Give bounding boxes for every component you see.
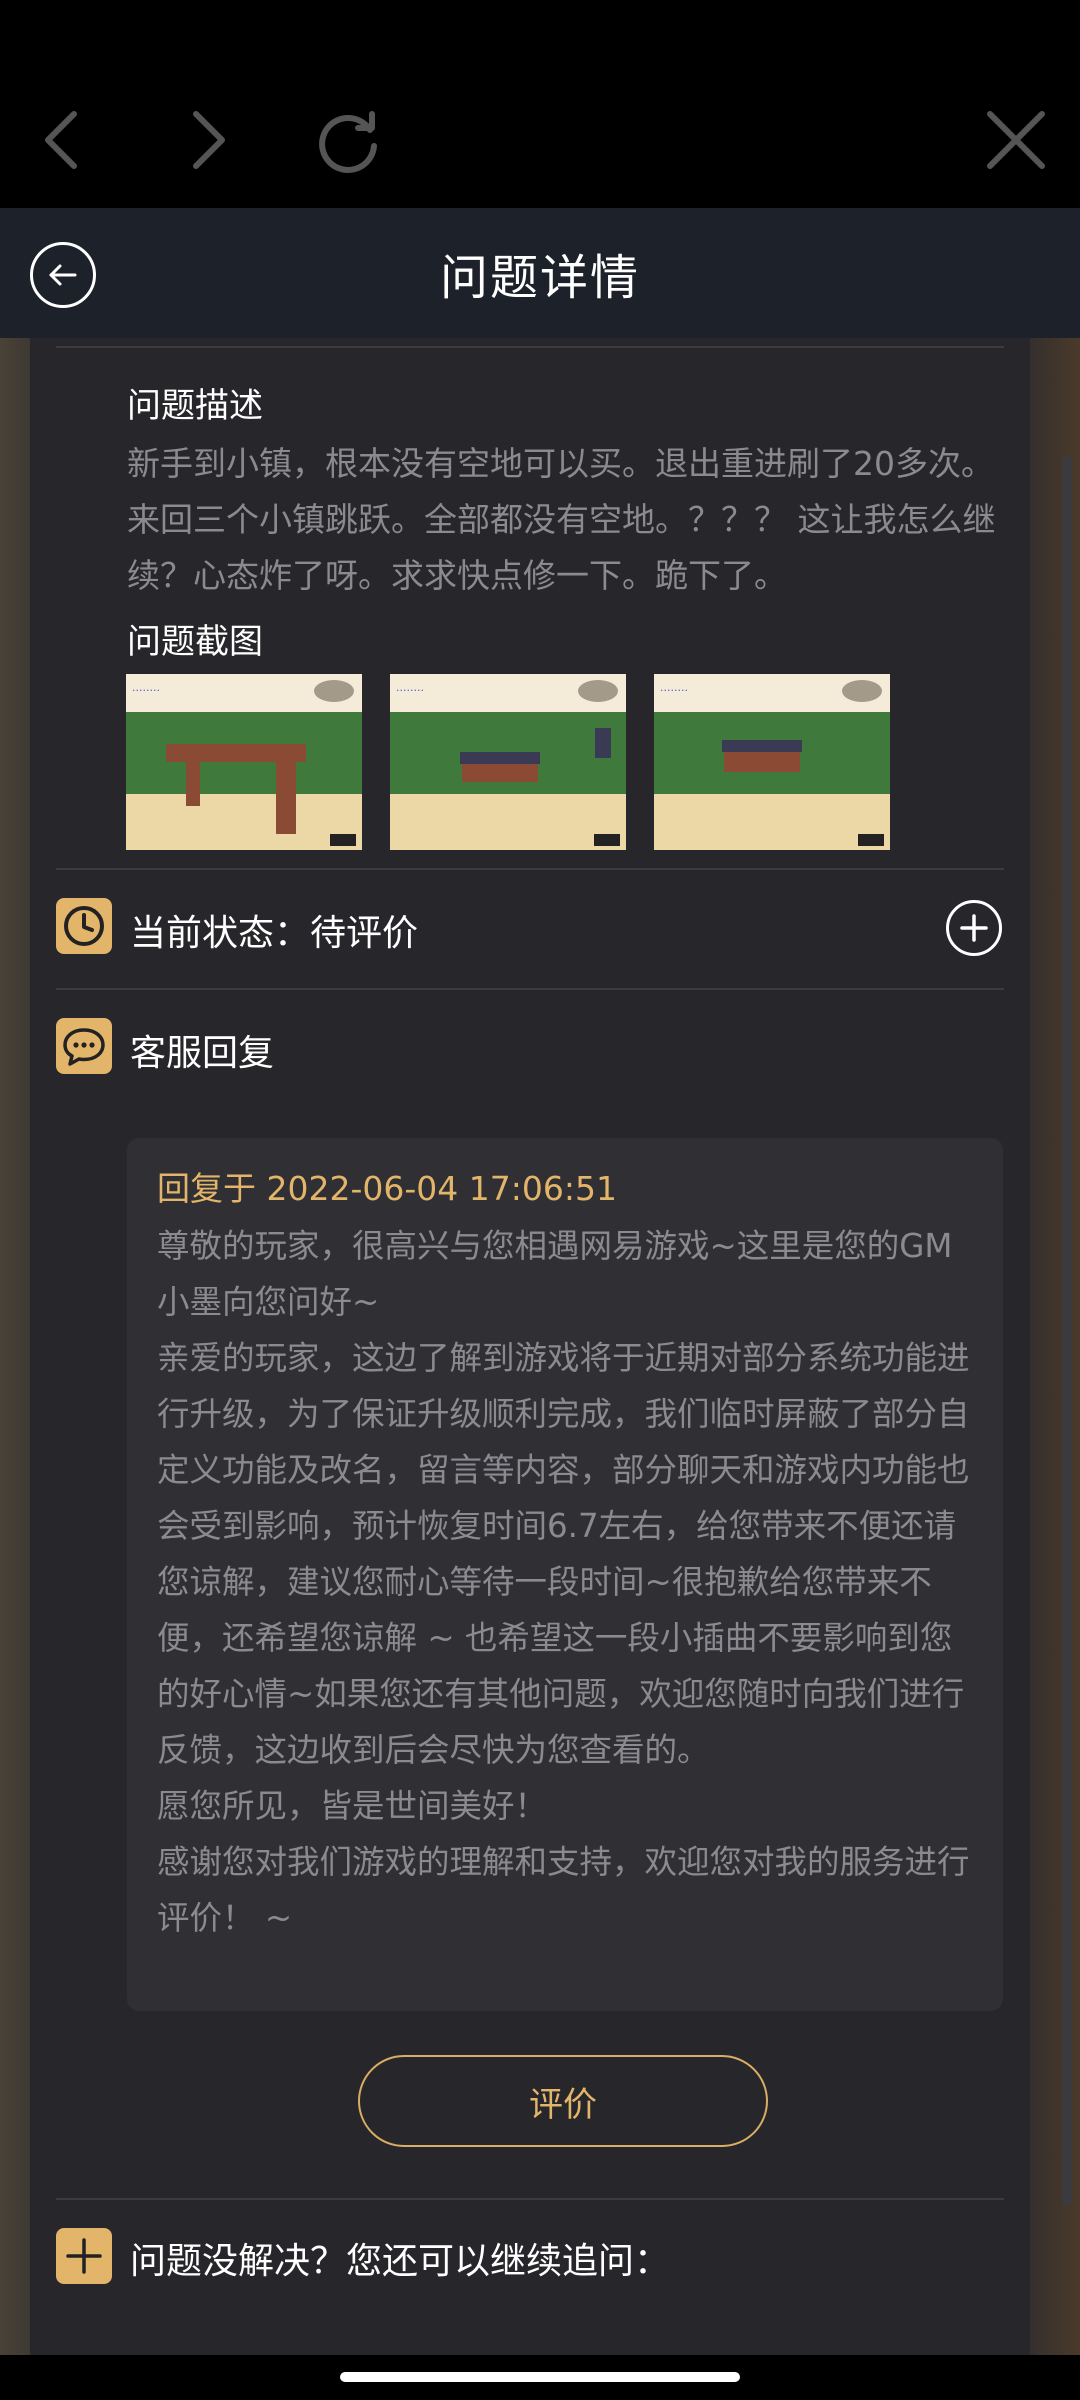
- reply-timestamp: 回复于 2022-06-04 17:06:51: [157, 1169, 617, 1208]
- description-label: 问题描述: [127, 386, 263, 426]
- screenshots-label: 问题截图: [127, 622, 263, 662]
- screenshot-thumbnail-2[interactable]: ········: [390, 674, 626, 850]
- reply-section-title: 客服回复: [130, 1033, 275, 1074]
- divider: [56, 2198, 1004, 2200]
- clock-icon: [56, 898, 112, 954]
- divider: [56, 988, 1004, 990]
- description-text: 新手到小镇，根本没有空地可以买。退出重进刷了20多次。来回三个小镇跳跃。全部都没…: [127, 444, 996, 595]
- plus-icon: [960, 914, 988, 942]
- reply-paragraph: 亲爱的玩家，这边了解到游戏将于近期对部分系统功能进行升级，为了保证升级顺利完成，…: [157, 1339, 970, 1769]
- rate-button[interactable]: 评价: [358, 2055, 768, 2147]
- browser-toolbar: [0, 0, 1080, 208]
- reply-body: 尊敬的玩家，很高兴与您相遇网易游戏~这里是您的GM小墨向您问好~ 亲爱的玩家，这…: [157, 1218, 983, 1946]
- expand-status-button[interactable]: [946, 900, 1002, 956]
- back-chevron-icon[interactable]: [22, 100, 102, 180]
- reply-box: 回复于 2022-06-04 17:06:51 尊敬的玩家，很高兴与您相遇网易游…: [127, 1138, 1003, 2011]
- followup-prompt[interactable]: 问题没解决？您还可以继续追问：: [130, 2232, 670, 2284]
- reply-paragraph: 愿您所见，皆是世间美好！: [157, 1787, 548, 1825]
- page-title: 问题详情: [439, 250, 640, 306]
- add-followup-icon[interactable]: [56, 2228, 112, 2284]
- divider: [56, 868, 1004, 870]
- scrollbar[interactable]: [1062, 456, 1072, 2206]
- screenshot-thumbnail-1[interactable]: ········: [126, 674, 362, 850]
- screenshot-thumbnail-3[interactable]: ········: [654, 674, 890, 850]
- chat-bubble-icon: [56, 1018, 112, 1074]
- back-button[interactable]: [30, 242, 96, 308]
- arrow-left-icon: [49, 264, 77, 286]
- reply-paragraph: 尊敬的玩家，很高兴与您相遇网易游戏~这里是您的GM小墨向您问好~: [157, 1227, 953, 1321]
- divider: [56, 346, 1004, 348]
- home-indicator[interactable]: [340, 2372, 740, 2382]
- close-icon[interactable]: [976, 100, 1056, 180]
- refresh-icon[interactable]: [308, 100, 388, 180]
- reply-paragraph: 感谢您对我们游戏的理解和支持，欢迎您对我的服务进行评价！ ~: [157, 1843, 970, 1937]
- app-header: 问题详情: [0, 208, 1080, 338]
- status-text: 当前状态：待评价: [130, 913, 419, 954]
- forward-chevron-icon[interactable]: [168, 100, 248, 180]
